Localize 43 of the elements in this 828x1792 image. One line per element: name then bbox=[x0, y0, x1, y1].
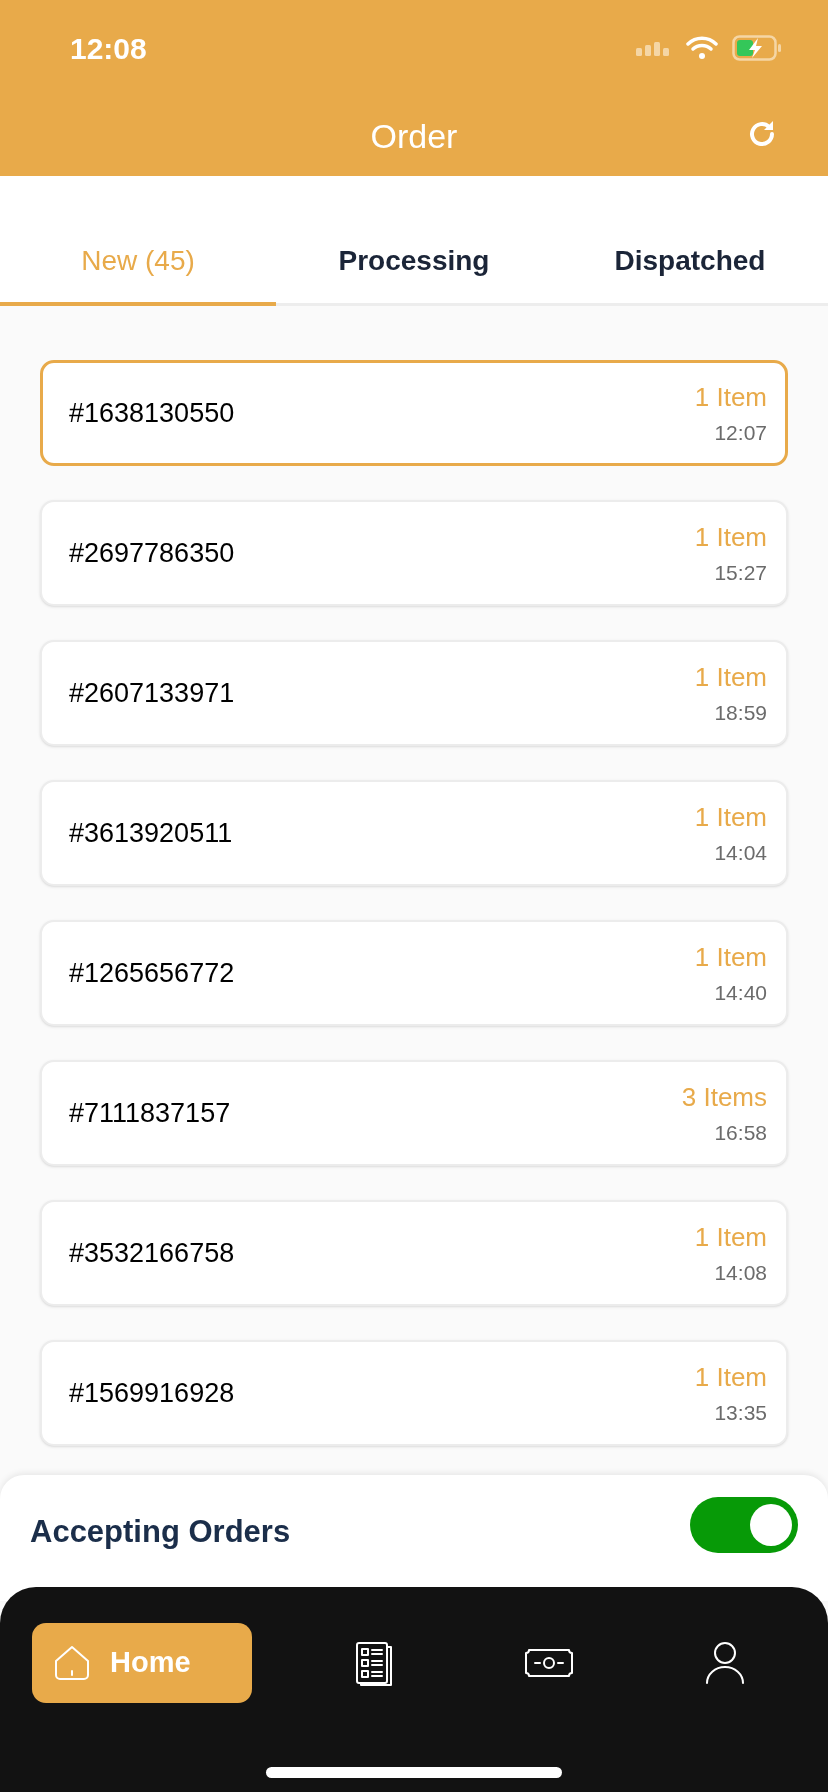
order-time: 14:40 bbox=[714, 979, 767, 1006]
tab[interactable]: Processing bbox=[276, 220, 552, 306]
user-icon bbox=[703, 1639, 747, 1687]
order-time: 14:04 bbox=[714, 839, 767, 866]
order-number: #7111837157 bbox=[69, 1096, 231, 1130]
item-count: 3 Items bbox=[681, 1080, 767, 1114]
item-count: 1 Item bbox=[694, 940, 767, 974]
item-count: 1 Item bbox=[694, 800, 767, 834]
order-card[interactable]: #7111837157 3 Items 16:58 bbox=[40, 1060, 788, 1166]
order-time: 15:27 bbox=[714, 559, 767, 586]
item-count: 1 Item bbox=[694, 380, 767, 414]
item-count: 1 Item bbox=[694, 660, 767, 694]
order-number: #1569916928 bbox=[69, 1376, 235, 1410]
order-number: #3613920511 bbox=[69, 816, 233, 850]
order-card[interactable]: #1569916928 1 Item 13:35 bbox=[40, 1340, 788, 1446]
order-number: #1265656772 bbox=[69, 956, 235, 990]
order-number: #3532166758 bbox=[69, 1236, 235, 1270]
order-card[interactable]: #3613920511 1 Item 14:04 bbox=[40, 780, 788, 886]
item-count: 1 Item bbox=[694, 1360, 767, 1394]
accepting-label: Accepting Orders bbox=[30, 1513, 291, 1551]
signal-icon bbox=[636, 40, 672, 56]
order-number: #1638130550 bbox=[69, 396, 235, 430]
order-card[interactable]: #1638130550 1 Item 12:07 bbox=[40, 360, 788, 466]
order-time: 16:58 bbox=[714, 1119, 767, 1146]
order-card[interactable]: #3532166758 1 Item 14:08 bbox=[40, 1200, 788, 1306]
order-card[interactable]: #2697786350 1 Item 15:27 bbox=[40, 500, 788, 606]
item-count: 1 Item bbox=[694, 1220, 767, 1254]
toggle-switch[interactable] bbox=[690, 1497, 798, 1553]
battery-icon bbox=[732, 35, 782, 61]
banknote-icon bbox=[523, 1647, 575, 1679]
status-time: 12:08 bbox=[70, 30, 147, 67]
wifi-icon bbox=[686, 36, 718, 60]
item-count: 1 Item bbox=[694, 520, 767, 554]
order-number: #2697786350 bbox=[69, 536, 235, 570]
order-time: 18:59 bbox=[714, 699, 767, 726]
order-card[interactable]: #2607133971 1 Item 18:59 bbox=[40, 640, 788, 746]
order-time: 12:07 bbox=[714, 419, 767, 446]
order-time: 13:35 bbox=[714, 1399, 767, 1426]
order-time: 14:08 bbox=[714, 1259, 767, 1286]
order-number: #2607133971 bbox=[69, 676, 235, 710]
page-title: Order bbox=[370, 115, 458, 157]
tab[interactable]: Dispatched bbox=[552, 220, 828, 306]
order-card[interactable]: #1265656772 1 Item 14:40 bbox=[40, 920, 788, 1026]
